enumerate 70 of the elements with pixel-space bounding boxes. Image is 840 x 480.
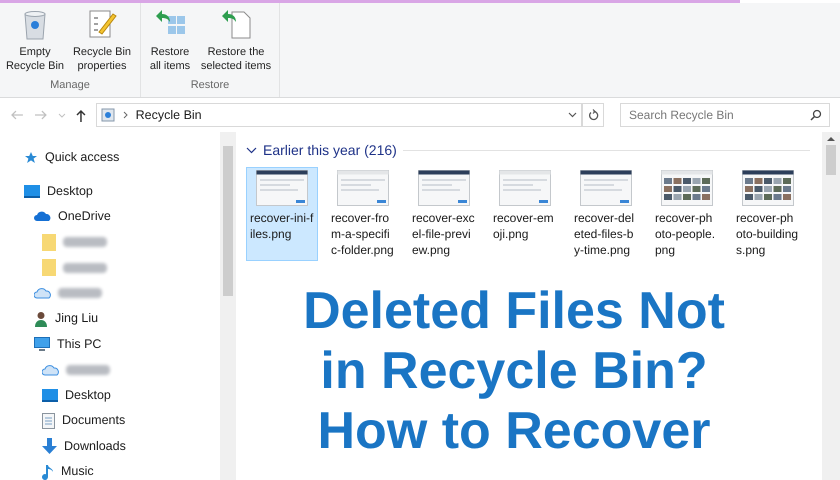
chevron-down-icon[interactable] — [246, 147, 257, 154]
group-label: Manage — [50, 78, 90, 92]
blurred-label — [66, 364, 110, 375]
desktop-icon — [42, 388, 58, 402]
nav-item[interactable]: This PC — [57, 334, 102, 354]
screenshot-thumbnail — [499, 170, 551, 206]
search-field[interactable]: Search Recycle Bin — [620, 103, 830, 127]
refresh-button[interactable] — [582, 103, 604, 127]
file-item[interactable]: recover-deleted-files-by-time.png — [570, 167, 642, 261]
headline: in Recycle Bin? — [320, 341, 708, 401]
nav-item[interactable]: Downloads — [64, 436, 126, 456]
screenshot-thumbnail — [337, 170, 389, 206]
back-arrow-icon[interactable] — [10, 110, 24, 120]
checklist-pencil-icon — [87, 8, 117, 40]
ribbon-button[interactable]: Restore the selected items — [197, 8, 275, 73]
nav-item[interactable]: Jing Liu — [55, 309, 98, 328]
chevron-down-icon[interactable] — [568, 112, 578, 118]
ribbon-button[interactable]: Restore all items — [145, 8, 195, 73]
file-item[interactable]: recover-photo-buildings.png — [732, 167, 804, 261]
download-arrow-icon — [42, 438, 57, 454]
blurred-label — [63, 262, 107, 273]
cloud-icon — [34, 211, 51, 222]
star-icon — [24, 150, 38, 165]
address-field[interactable]: Recycle Bin — [96, 103, 582, 127]
cloud-icon — [42, 364, 59, 376]
scroll-up-icon[interactable] — [827, 136, 835, 141]
scrollbar[interactable] — [822, 132, 840, 480]
photo-grid-thumbnail — [742, 170, 794, 206]
ribbon-button[interactable]: Recycle Bin properties — [68, 8, 136, 73]
cloud-icon — [34, 287, 51, 300]
nav-item[interactable]: Documents — [62, 411, 126, 430]
file-item[interactable]: recover-excel-file-preview.png — [408, 167, 480, 261]
chevron-right-icon — [122, 111, 128, 119]
recycle-bin-icon — [100, 108, 115, 122]
file-item[interactable]: recover-from-a-specific-folder.png — [327, 167, 399, 261]
nav-item[interactable]: Music — [61, 462, 94, 480]
music-note-icon — [42, 464, 54, 480]
refresh-icon — [588, 109, 599, 121]
breadcrumb[interactable]: Recycle Bin — [136, 106, 202, 124]
file-item[interactable]: recover-emoji.png — [489, 167, 561, 261]
group-label: Restore — [190, 78, 230, 92]
monitor-icon — [34, 336, 50, 352]
nav-item[interactable]: Desktop — [65, 386, 111, 405]
nav-item[interactable]: Quick access — [45, 148, 120, 168]
file-item[interactable]: recover-ini-files.png — [246, 167, 318, 261]
nav-item[interactable]: Desktop — [47, 182, 93, 201]
ribbon-button[interactable]: Empty Recycle Bin — [4, 8, 66, 73]
headline: How to Recover — [318, 401, 710, 461]
desktop-icon — [24, 184, 40, 198]
screenshot-thumbnail — [256, 170, 308, 206]
restore-file-icon — [220, 8, 252, 40]
up-arrow-icon[interactable] — [76, 108, 86, 122]
folder-icon — [42, 234, 56, 251]
forward-arrow-icon[interactable] — [34, 110, 48, 120]
document-icon — [42, 412, 55, 429]
folder-icon — [42, 259, 56, 276]
scrollbar-thumb[interactable] — [826, 145, 836, 175]
scrollbar-thumb[interactable] — [223, 146, 233, 296]
file-item[interactable]: recover-photo-people.png — [651, 167, 723, 261]
search-icon — [810, 109, 822, 121]
group-header[interactable]: Earlier this year (216) — [263, 140, 397, 161]
screenshot-thumbnail — [580, 170, 632, 206]
blurred-label — [58, 288, 102, 298]
screenshot-thumbnail — [418, 170, 470, 206]
headline: Deleted Files Not — [303, 281, 725, 341]
nav-item[interactable]: OneDrive — [58, 207, 111, 226]
photo-grid-thumbnail — [661, 170, 713, 206]
scrollbar[interactable] — [220, 132, 236, 480]
user-icon — [34, 310, 48, 327]
blurred-label — [63, 237, 107, 248]
